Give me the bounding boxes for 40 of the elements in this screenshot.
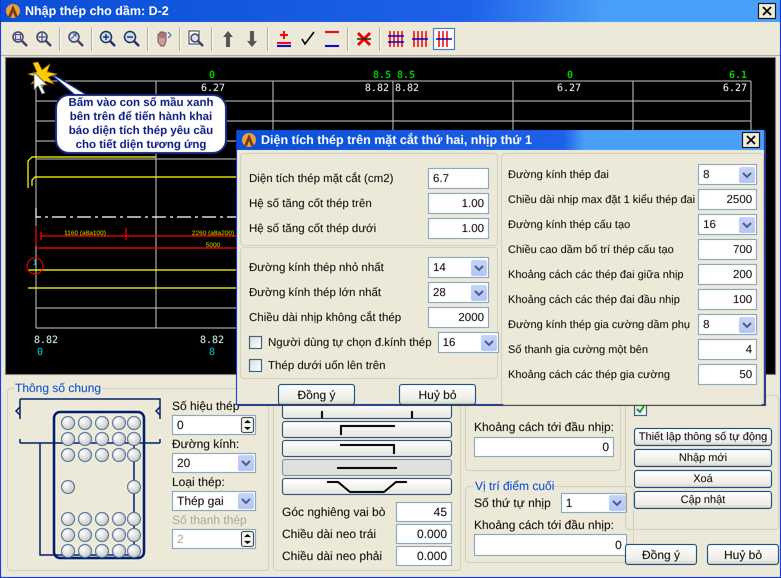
section-number: 0 [36,347,44,358]
field-label: Hệ số tăng cốt thép trên [249,198,373,210]
area-value: 8.82 [200,335,224,346]
field-label: Chiều dài nhịp không cắt thép [249,312,402,324]
field-label: Chiều cao dầm bố trí thép cấu tạo [508,244,675,256]
field-label: Số thứ tự nhịp [474,496,551,510]
group-title: Vị trí điểm cuối [474,479,556,493]
field-label: Khoảng cách tới đầu nhịp: [474,420,614,434]
window-title: Nhập thép cho dầm: D-2 [25,4,170,18]
field-label: Đường kính: [172,437,240,451]
field-label: Khoảng cách tới đầu nhịp: [474,518,615,532]
field-label: Số hiệu thép [172,399,240,413]
area-value: 8.82 [395,83,420,94]
field-label: Đường kính thép nhỏ nhất [249,262,385,274]
area-value: 6.27 [722,83,747,94]
area-value: 6.27 [556,83,582,94]
area-value: 6.27 [200,83,226,94]
area-value: 8.82 [34,335,58,346]
field-label: Diện tích thép mặt cắt (cm2) [249,172,394,184]
field-label: Đường kính thép cấu tạo [508,218,632,230]
field-label: Đường kính thép đai [508,168,610,180]
field-label: Khoảng cách các thép đai giữa nhịp [508,268,685,280]
field-label: Loại thép: [172,475,226,489]
group-title: Thông số chung [14,381,102,395]
field-label: Hệ số tăng cốt thép dưới [249,222,378,234]
area-value: 8.82 [364,83,389,94]
field-label: Khoảng cách các thép đai đầu nhịp [508,294,681,306]
field-label: Chiều dài neo trái [282,527,378,541]
field-label: Góc nghiêng vai bò [282,505,386,519]
field-label: Khoảng cách các thép gia cường [508,368,671,380]
field-label: Chiều dài nhịp max đặt 1 kiểu thép đai [508,194,696,206]
field-label: Đường kính thép lớn nhất [249,286,382,298]
checkbox-label: Người dùng tự chọn đ.kính thép [268,336,432,348]
field-label: Số thanh thép [172,513,248,527]
section-number: 8 [208,347,216,358]
field-label: Đường kính thép gia cường dầm phụ [508,318,692,330]
dialog-title: Diện tích thép trên mặt cắt thứ hai, nhịp thứ 1 [261,133,533,147]
field-label: Số thanh gia cường một bên [508,344,649,356]
field-label: Chiều dài neo phải [282,549,384,563]
checkbox-label: Thép dưới uốn lên trên [268,360,387,372]
